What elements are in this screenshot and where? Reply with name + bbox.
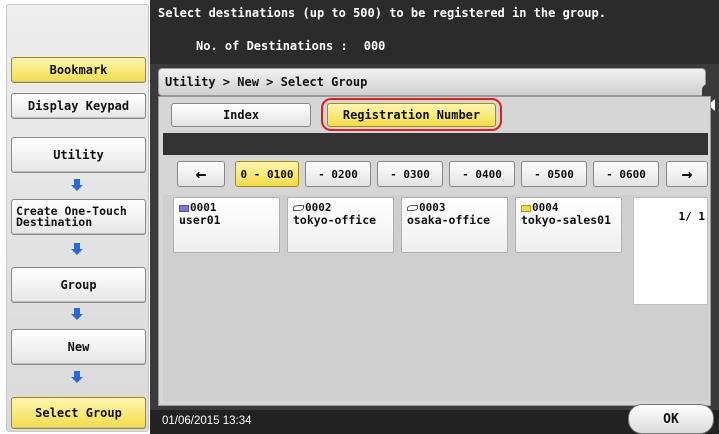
destination-name: user01 — [179, 213, 221, 227]
bookmark-button[interactable]: Bookmark — [11, 57, 146, 83]
email-icon — [521, 204, 531, 212]
breadcrumb: Utility > New > Select Group — [158, 68, 706, 96]
folder-icon — [407, 205, 418, 211]
destination-name: tokyo-office — [293, 213, 377, 227]
step-arrow-icon — [71, 308, 83, 320]
step-utility[interactable]: Utility — [11, 137, 146, 173]
date-time: 01/06/2015 13:34 — [162, 415, 252, 427]
destination-0003[interactable]: 0003 osaka-office — [401, 197, 508, 253]
destination-count: No. of Destinations : 000 — [196, 39, 385, 53]
range-0400[interactable]: - 0400 — [449, 161, 515, 187]
step-group[interactable]: Group — [11, 267, 146, 303]
tab-registration-number[interactable]: Registration Number — [327, 103, 496, 127]
page-indicator: 1/ 1 — [633, 197, 708, 305]
main-panel: Utility > New > Select Group Index Regis… — [150, 64, 719, 434]
range-0300[interactable]: - 0300 — [377, 161, 443, 187]
destination-name: osaka-office — [407, 213, 491, 227]
step-arrow-icon — [71, 179, 83, 191]
index-bar — [163, 133, 708, 155]
range-0500[interactable]: - 0500 — [521, 161, 587, 187]
destination-name: tokyo-sales01 — [521, 213, 612, 227]
folder-icon — [293, 205, 304, 211]
destination-count-label: No. of Destinations : — [196, 39, 348, 53]
destination-0002[interactable]: 0002 tokyo-office — [287, 197, 394, 253]
destination-0004[interactable]: 0004 tokyo-sales01 — [515, 197, 622, 253]
step-arrow-icon — [71, 243, 83, 255]
status-bar: 01/06/2015 13:34 OK — [150, 404, 719, 434]
range-selector: ← 0 - 0100 - 0200 - 0300 - 0400 - 0500 -… — [165, 161, 710, 189]
step-new[interactable]: New — [11, 329, 146, 365]
page-count: 1/ 1 — [678, 210, 706, 223]
content-area: Index Registration Number ← 0 - 0100 - 0… — [158, 96, 711, 406]
range-0200[interactable]: - 0200 — [305, 161, 371, 187]
box-icon — [179, 204, 189, 212]
destination-list: 0001 user01 0002 tokyo-office 0003 osaka… — [163, 195, 708, 401]
destination-count-value: 000 — [363, 39, 386, 53]
destination-0001[interactable]: 0001 user01 — [173, 197, 280, 253]
display-keypad-button[interactable]: Display Keypad — [11, 93, 146, 119]
step-arrow-icon — [71, 371, 83, 383]
step-create-one-touch-destination[interactable]: Create One-Touch Destination — [11, 199, 146, 235]
range-0600[interactable]: - 0600 — [593, 161, 659, 187]
ok-button[interactable]: OK — [628, 404, 714, 434]
right-arrow-icon[interactable]: → — [666, 161, 708, 187]
step-select-group[interactable]: Select Group — [11, 397, 146, 429]
instruction-header: Select destinations (up to 500) to be re… — [150, 0, 719, 64]
left-arrow-icon[interactable]: ← — [177, 161, 225, 187]
left-sidebar: Bookmark Display Keypad Utility Create O… — [6, 4, 149, 432]
instruction-message: Select destinations (up to 500) to be re… — [158, 6, 606, 20]
tab-index[interactable]: Index — [171, 103, 311, 127]
range-0-0100[interactable]: 0 - 0100 — [235, 161, 299, 187]
